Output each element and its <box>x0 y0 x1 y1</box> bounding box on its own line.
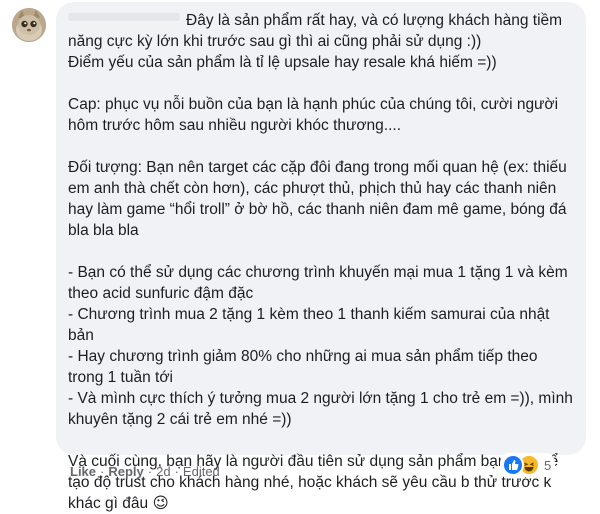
comment-bubble: Đây là sản phẩm rất hay, và có lượng khá… <box>56 2 586 512</box>
comment-actions: Like · Reply · 2d · Edited <box>70 464 220 479</box>
reaction-count: 5 <box>544 457 552 473</box>
separator: · <box>147 464 153 479</box>
comment-text: Đây là sản phẩm rất hay, và có lượng khá… <box>68 12 573 512</box>
author-name-redacted[interactable] <box>68 13 180 21</box>
avatar[interactable] <box>12 8 46 42</box>
separator: · <box>174 464 179 479</box>
reply-button[interactable]: Reply <box>108 464 143 479</box>
wink-emoji: 😉 <box>152 495 169 512</box>
reactions-summary[interactable]: 5 <box>500 453 556 477</box>
edited-label[interactable]: Edited <box>183 464 220 479</box>
cat-avatar-image <box>12 8 46 42</box>
separator: · <box>100 464 105 479</box>
like-icon <box>502 454 524 476</box>
comment-timestamp[interactable]: 2d <box>156 464 170 479</box>
like-button[interactable]: Like <box>70 464 96 479</box>
comment-body: Đây là sản phẩm rất hay, và có lượng khá… <box>68 10 574 514</box>
